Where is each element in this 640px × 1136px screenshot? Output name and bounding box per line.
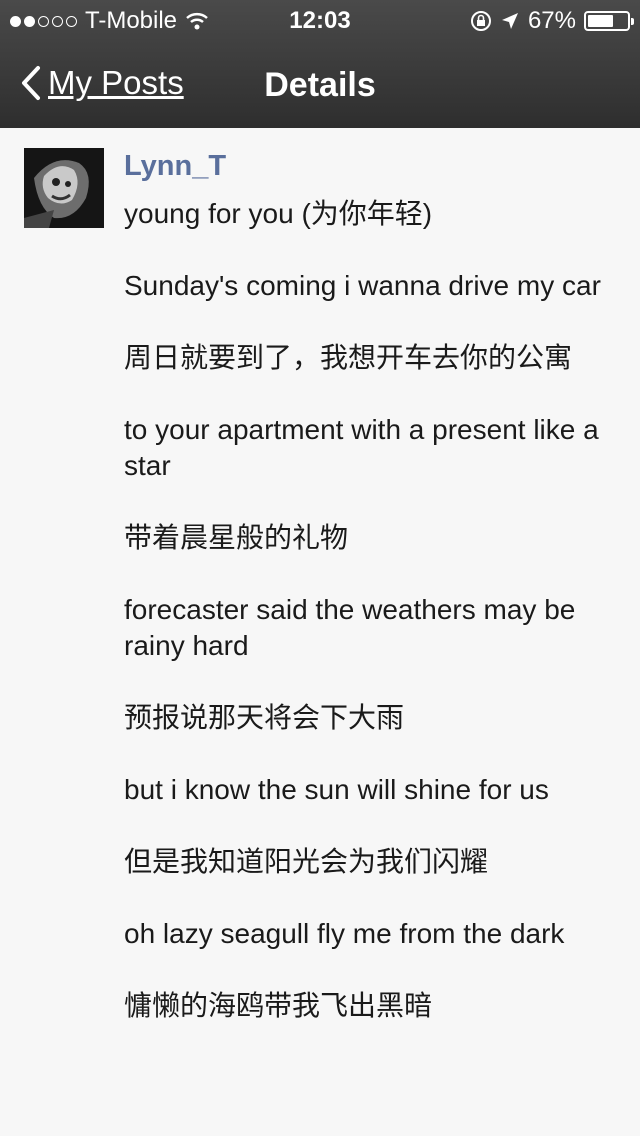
author-name[interactable]: Lynn_T: [124, 150, 226, 183]
post-detail: Lynn_T young for you (为你年轻) Sunday's com…: [0, 128, 640, 1136]
post-line: to your apartment with a present like a …: [124, 414, 599, 481]
avatar-image: [24, 148, 104, 228]
page-title: Details: [264, 66, 376, 104]
battery-icon: [584, 11, 634, 31]
avatar[interactable]: [24, 148, 104, 228]
post-line: young for you (为你年轻): [124, 198, 433, 229]
post-line: 周日就要到了，我想开车去你的公寓: [124, 342, 573, 373]
rotation-lock-icon: [470, 11, 491, 31]
post-text: young for you (为你年轻) Sunday's coming i w…: [124, 196, 614, 1060]
location-arrow-icon: [501, 13, 518, 29]
post-line: 慵懒的海鸥带我飞出黑暗: [124, 990, 433, 1021]
status-bar: T-Mobile 12:03 67%: [0, 0, 640, 40]
post-line: 预报说那天将会下大雨: [124, 702, 405, 733]
post-line: 带着晨星般的礼物: [124, 522, 349, 553]
battery-percentage: 67%: [527, 7, 576, 34]
post-line: but i know the sun will shine for us: [124, 774, 549, 805]
top-bar: T-Mobile 12:03 67% My Posts Details: [0, 0, 640, 128]
post-line: forecaster said the weathers may be rain…: [124, 594, 576, 661]
status-right: 67%: [470, 7, 634, 35]
post-line: 但是我知道阳光会为我们闪耀: [124, 846, 489, 877]
post-line: oh lazy seagull fly me from the dark: [124, 918, 565, 949]
post-line: Sunday's coming i wanna drive my car: [124, 270, 601, 301]
